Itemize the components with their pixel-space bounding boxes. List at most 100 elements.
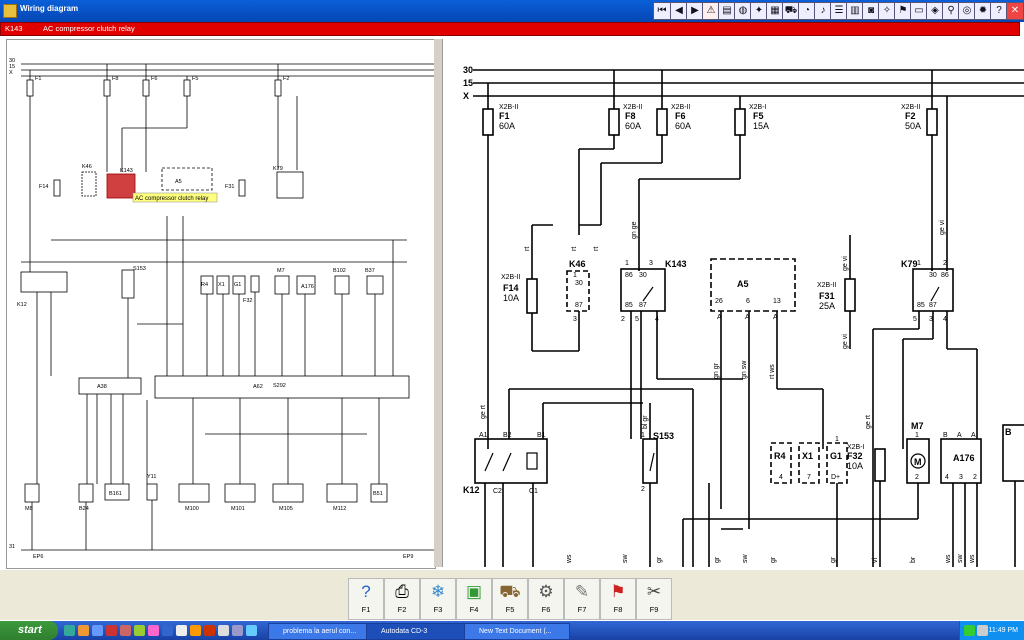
volume-icon[interactable] xyxy=(977,625,988,636)
k143-tooltip: AC compressor clutch relay xyxy=(135,196,208,202)
fuse-f5-amp: 15A xyxy=(753,121,769,131)
overview-diagram[interactable]: 30 15 X 31 F1 F8 F6 F5 F2 F14 K46 K143 A… xyxy=(6,39,436,569)
wrench-icon: ✎ xyxy=(574,582,590,601)
car-chip-icon: ▣ xyxy=(465,582,483,601)
a5-pin-26: 26 xyxy=(715,298,723,305)
wire-ge-vi-2: ge vi xyxy=(939,220,946,235)
quicklaunch-explorer-icon[interactable] xyxy=(218,625,229,636)
wire-gr-2: gr xyxy=(714,556,721,563)
flag-icon: ⚑ xyxy=(610,582,626,601)
fuse-f6: F6 xyxy=(675,111,686,121)
f4-button[interactable]: ▣ F4 xyxy=(456,578,492,620)
b-label: B xyxy=(1005,427,1012,437)
f7-button[interactable]: ✎ F7 xyxy=(564,578,600,620)
k46-pin-1: 1 xyxy=(573,272,577,279)
fuse-f8-amp: 60A xyxy=(625,121,641,131)
fuse-f31-conn: X2B-II xyxy=(817,282,837,289)
task-notepad[interactable]: New Text Document (... xyxy=(464,623,570,640)
k12-label: K12 xyxy=(463,485,480,495)
k79-pin-86: 86 xyxy=(941,272,949,279)
quicklaunch-firefox-icon[interactable] xyxy=(78,625,89,636)
car-icon: ⛟ xyxy=(499,582,521,601)
quicklaunch-paint-icon[interactable] xyxy=(176,625,187,636)
rail-x: X xyxy=(463,91,469,101)
wire-gn-gr: gn gr xyxy=(713,362,720,379)
f6-button[interactable]: ⚙ F6 xyxy=(528,578,564,620)
quicklaunch-desktop-icon[interactable] xyxy=(64,625,75,636)
quicklaunch-tool-icon[interactable] xyxy=(134,625,145,636)
k79-pin-5: 5 xyxy=(913,316,917,323)
quicklaunch-settings-icon[interactable] xyxy=(232,625,243,636)
ov-a38: A38 xyxy=(97,384,107,390)
ov-g1: G1 xyxy=(234,282,241,288)
f8-button[interactable]: ⚑ F8 xyxy=(600,578,636,620)
rail-x-left: X xyxy=(9,70,13,76)
a5-conn-a1: A xyxy=(717,314,722,321)
fuse-f2-conn: X2B-II xyxy=(901,104,921,111)
close-icon[interactable]: ✕ xyxy=(1006,2,1024,20)
wire-ws-3: ws xyxy=(969,554,976,564)
wire-sw-2: sw xyxy=(742,554,749,564)
ov-f31: F31 xyxy=(225,184,234,190)
overview-svg: 30 15 X 31 F1 F8 F6 F5 F2 F14 K46 K143 A… xyxy=(9,58,435,560)
f1-button[interactable]: ? F1 xyxy=(348,578,384,620)
f2-button[interactable]: ⎙ F2 xyxy=(384,578,420,620)
f9-button[interactable]: ✂ F9 xyxy=(636,578,672,620)
quicklaunch-folder-icon[interactable] xyxy=(162,625,173,636)
ov-m101: M101 xyxy=(231,506,245,512)
a176-pin-b: B xyxy=(943,432,948,439)
ov-a176: A176 xyxy=(301,284,314,290)
app-icon xyxy=(3,4,17,18)
window-title: Wiring diagram xyxy=(20,4,79,13)
pane-splitter[interactable] xyxy=(434,39,442,567)
a5-conn-a3: A xyxy=(773,314,778,321)
quicklaunch-app-icon[interactable] xyxy=(106,625,117,636)
k12-pin-c1: C1 xyxy=(529,488,538,495)
wire-gn-sw: gn sw xyxy=(741,360,748,379)
fuse-f31: F31 xyxy=(819,291,835,301)
a5-label: A5 xyxy=(737,279,749,289)
title-bar: Wiring diagram ⏮ ◀ ▶ ⚠ ▤ ◍ ✦ ▦ ⛟ ◔ ♪ ☰ ▥… xyxy=(0,0,1024,22)
quicklaunch-ie-icon[interactable] xyxy=(92,625,103,636)
clock: 11:49 PM xyxy=(988,627,1018,634)
quicklaunch-opera-icon[interactable] xyxy=(204,625,215,636)
f5-button[interactable]: ⛟ F5 xyxy=(492,578,528,620)
k79-pin-3: 3 xyxy=(929,316,933,323)
quicklaunch-chat-icon[interactable] xyxy=(148,625,159,636)
k79-pin-85: 85 xyxy=(917,302,925,309)
ov-fuse-f2: F2 xyxy=(283,76,289,82)
wire-ws-2: ws xyxy=(945,554,952,564)
fuse-f14: F14 xyxy=(503,283,519,293)
task-autodata[interactable]: Autodata CD-3 xyxy=(366,623,472,640)
s153-pin-1: 1 xyxy=(641,432,645,439)
a5-conn-a2: A xyxy=(745,314,750,321)
first-icon[interactable]: ⏮ xyxy=(653,2,671,20)
k143-pin-85: 85 xyxy=(625,302,633,309)
f3-button[interactable]: ❄ F3 xyxy=(420,578,456,620)
quicklaunch-player-icon[interactable] xyxy=(190,625,201,636)
k143-pin-4: 4 xyxy=(655,316,659,323)
quicklaunch-msg-icon[interactable] xyxy=(246,625,257,636)
wire-rt-3: rt xyxy=(593,247,600,251)
k12-pin-b2: B2 xyxy=(503,432,512,439)
taskbar: start problema la aerul con... Autodata … xyxy=(0,621,1024,640)
x1-pin-7: 7 xyxy=(807,474,811,481)
detail-diagram[interactable]: M 30 15 X X2B-II F1 60A X2B-II F8 60A X2… xyxy=(442,39,1024,567)
quicklaunch-media-icon[interactable] xyxy=(120,625,131,636)
ov-s292: S292 xyxy=(273,383,286,389)
fuse-f5: F5 xyxy=(753,111,764,121)
fuse-f1-amp: 60A xyxy=(499,121,515,131)
start-button[interactable]: start xyxy=(0,621,58,640)
fuse-f1-conn: X2B-II xyxy=(499,104,519,111)
fuse-f6-conn: X2B-II xyxy=(671,104,691,111)
wire-sw-3: sw xyxy=(957,554,964,564)
ov-a5: A5 xyxy=(175,179,182,185)
task-browser[interactable]: problema la aerul con... xyxy=(268,623,374,640)
wire-br: br xyxy=(910,556,917,563)
fuse-f31-amp: 25A xyxy=(819,301,835,311)
k79-pin-87: 87 xyxy=(929,302,937,309)
fuse-f32-conn: X2B-I xyxy=(847,444,865,451)
network-icon[interactable] xyxy=(964,625,975,636)
k79-pin-1: 1 xyxy=(917,260,921,267)
engine-icon: ⚙ xyxy=(538,582,554,601)
